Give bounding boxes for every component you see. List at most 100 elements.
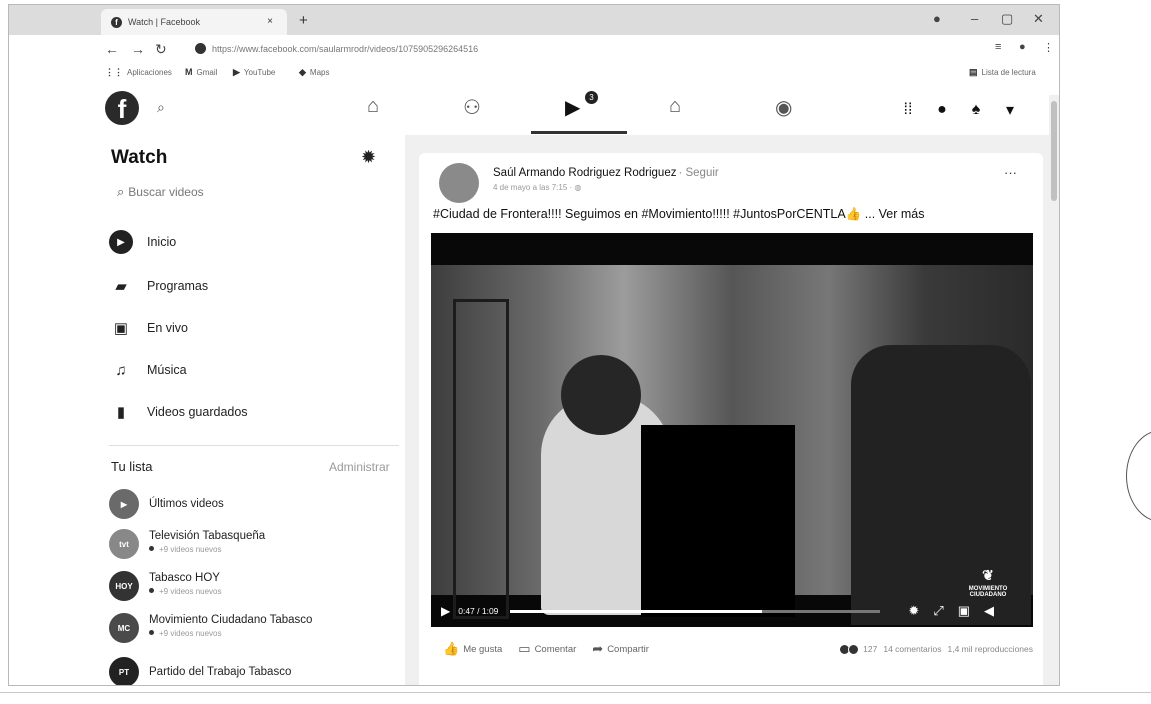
list-item-television-tabasquena[interactable]: tvt Televisión Tabasqueña +9 videos nuevo… [109,529,265,559]
home-icon[interactable]: ⌂ [367,95,379,118]
volume-icon[interactable]: ◀ [984,603,994,619]
account-icon[interactable]: ● [1019,41,1026,53]
new-tab-button[interactable]: + [299,12,308,29]
bird-logo-icon: ❦ [982,567,994,583]
account-menu-icon[interactable]: ▾ [997,97,1023,123]
list-item-partido-del-trabajo[interactable]: PT Partido del Trabajo Tabasco [109,657,291,685]
url-field[interactable]: https://www.facebook.com/saularmrodr/vid… [195,43,478,54]
more-options-icon[interactable]: ··· [1004,165,1017,180]
sidebar-item-musica[interactable]: ♫ Música [109,353,186,387]
gear-icon[interactable]: ✹ [361,147,376,168]
avatar[interactable] [439,163,479,203]
gmail-icon: M [185,67,193,77]
follow-link[interactable]: · Seguir [678,167,718,179]
browser-menu-icon[interactable]: ⋮ [1043,41,1054,54]
reading-list-icon: ▤ [969,67,978,77]
sidebar-item-programas[interactable]: ▰ Programas [109,269,208,303]
friends-icon[interactable]: ⚇ [463,95,481,120]
sidebar-divider [109,445,399,446]
sidebar-item-videos-guardados[interactable]: ▮ Videos guardados [109,395,248,429]
comment-button[interactable]: ▭ Comentar [518,641,576,657]
play-circle-icon: ▶ [109,230,133,254]
facebook-top-nav: f ⌕ ⌂ ⚇ ▶ 3 ⌂ ◉ ⁞⁞ ● ♠ ▾ [9,83,1059,135]
sidebar-item-en-vivo[interactable]: ▣ En vivo [109,311,188,345]
maps-icon: ◆ [299,67,306,77]
thumbs-up-emoji: 👍 [845,207,862,221]
video-controls: ▶ 0:47 / 1:09 ✹ ⤢ ▣ ◀ [431,595,1033,627]
avatar: PT [109,657,139,685]
page-scrollbar[interactable] [1049,95,1059,685]
video-post: Saúl Armando Rodriguez Rodriguez · Seguir… [419,153,1043,685]
reaction-count[interactable]: 127 [863,644,877,654]
post-timestamp[interactable]: 4 de mayo a las 7:15 · ◍ [493,183,581,192]
screenshot-frame: f Watch | Facebook × + ● – ▢ ✕ ← → ↻ htt… [8,4,1060,686]
play-icon[interactable]: ▶ [441,604,450,618]
maximize-icon[interactable]: ▢ [1001,11,1013,27]
watch-icon[interactable]: ▶ [565,95,580,120]
watch-feed: Saúl Armando Rodriguez Rodriguez · Seguir… [405,135,1050,685]
apps-grid-icon: ⋮⋮ [105,67,123,77]
reader-icon[interactable]: ≡ [995,41,1001,53]
like-button[interactable]: 👍 Me gusta [443,641,502,657]
tab-title: Watch | Facebook [128,17,201,27]
forward-icon[interactable]: → [131,41,145,57]
bookmark-maps[interactable]: ◆ Maps [299,67,329,78]
bookmark-gmail[interactable]: M Gmail [185,67,217,77]
avatar: MC [109,613,139,643]
video-frame: ❦ MOVIMIENTO CIUDADANO [431,265,1033,625]
groups-icon[interactable]: ◉ [775,95,792,120]
see-more-link[interactable]: ... Ver más [861,207,925,221]
list-heading: Tu lista [111,459,153,474]
video-person-head [561,355,641,435]
list-item-movimiento-ciudadano[interactable]: MC Movimiento Ciudadano Tabasco +9 videos… [109,613,312,643]
video-door-grille [453,299,509,619]
shows-icon: ▰ [115,278,127,295]
reload-icon[interactable]: ↻ [155,41,167,58]
post-actions: 👍 Me gusta ▭ Comentar ➦ Compartir 127 14 co… [443,639,1033,659]
window-close-icon[interactable]: ✕ [1033,11,1044,27]
video-player[interactable]: ❦ MOVIMIENTO CIUDADANO ▶ 0:47 / 1:09 ✹ ⤢ … [431,233,1033,627]
bookmark-youtube[interactable]: ▶ YouTube [233,67,275,78]
notifications-icon[interactable]: ♠ [963,97,989,123]
youtube-icon: ▶ [233,67,240,77]
brand-watermark: ❦ MOVIMIENTO CIUDADANO [955,567,1021,598]
search-icon[interactable]: ⌕ [157,99,165,116]
comment-count[interactable]: 14 comentarios [883,644,941,654]
manage-link[interactable]: Administrar [329,460,390,474]
comment-icon: ▭ [518,641,531,656]
settings-gear-icon[interactable]: ✹ [908,603,919,619]
facebook-favicon-icon: f [111,16,122,28]
watch-sidebar: Watch ✹ ⌕ Buscar videos ▶ Inicio ▰ Programa… [9,135,399,685]
back-icon[interactable]: ← [105,41,119,57]
browser-tab[interactable]: f Watch | Facebook × [101,9,287,35]
avatar: HOY [109,571,139,601]
reading-list[interactable]: ▤ Lista de lectura [969,67,1036,78]
list-item-ultimos-videos[interactable]: ▶ Últimos videos [109,489,224,519]
marketplace-icon[interactable]: ⌂ [669,95,681,118]
live-camera-icon: ▣ [113,320,129,337]
censor-block [641,425,795,617]
facebook-logo[interactable]: f [105,91,139,125]
scrollbar-thumb[interactable] [1051,101,1057,201]
view-count: 1,4 mil reproducciones [947,644,1033,654]
site-info-icon[interactable] [195,43,206,54]
watch-badge: 3 [585,91,598,104]
margin-circle-mark [1126,430,1151,522]
messenger-icon[interactable]: ● [929,97,955,123]
page-bottom-rule [0,692,1151,693]
menu-grid-icon[interactable]: ⁞⁞ [895,97,921,123]
video-progress-bar[interactable] [510,609,881,613]
profile-icon[interactable]: ● [933,11,941,26]
fullscreen-icon[interactable]: ⤢ [933,603,943,619]
tab-close-icon[interactable]: × [267,16,273,27]
like-icon: 👍 [443,641,460,656]
post-author[interactable]: Saúl Armando Rodriguez Rodriguez · Seguir [493,167,719,179]
bookmark-apps[interactable]: ⋮⋮ Aplicaciones [105,67,172,78]
sidebar-item-inicio[interactable]: ▶ Inicio [109,225,176,259]
love-reaction-icon [848,643,860,655]
video-search-input[interactable]: ⌕ Buscar videos [111,177,389,207]
minimize-icon[interactable]: – [971,11,978,26]
list-item-tabasco-hoy[interactable]: HOY Tabasco HOY +9 videos nuevos [109,571,222,601]
share-button[interactable]: ➦ Compartir [592,641,649,657]
miniplayer-icon[interactable]: ▣ [958,603,970,619]
